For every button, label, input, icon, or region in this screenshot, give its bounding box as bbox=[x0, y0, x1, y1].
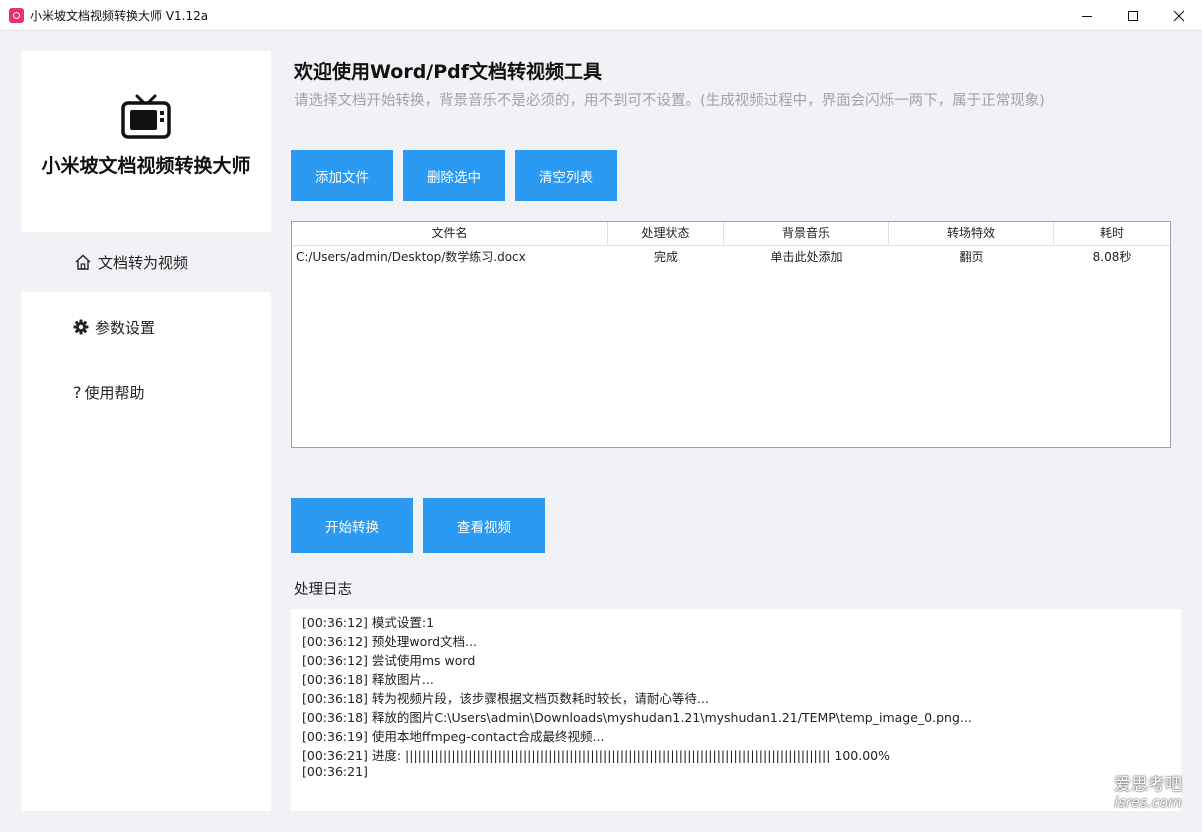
column-header-status[interactable]: 处理状态 bbox=[608, 222, 724, 245]
page-title: 欢迎使用Word/Pdf文档转视频工具 bbox=[294, 61, 603, 83]
sidebar-item-help[interactable]: ? 使用帮助 bbox=[21, 362, 271, 422]
file-table[interactable]: 文件名 处理状态 背景音乐 转场特效 耗时 C:/Users/admin/Des… bbox=[291, 221, 1171, 448]
sidebar-item-label: 参数设置 bbox=[95, 318, 156, 337]
maximize-button[interactable] bbox=[1110, 0, 1156, 31]
cell-transition[interactable]: 翻页 bbox=[889, 248, 1054, 266]
log-line: [00:36:12] 尝试使用ms word bbox=[302, 653, 476, 668]
log-line: [00:36:21] bbox=[302, 764, 368, 779]
question-icon: ? bbox=[73, 382, 82, 402]
close-button[interactable] bbox=[1156, 0, 1202, 31]
sidebar-item-doc-to-video[interactable]: 文档转为视频 bbox=[21, 232, 271, 292]
page-subtitle: 请选择文档开始转换，背景音乐不是必须的，用不到可不设置。(生成视频过程中，界面会… bbox=[294, 93, 1045, 109]
app-name: 小米坡文档视频转换大师 bbox=[41, 155, 251, 177]
sidebar-logo: 小米坡文档视频转换大师 bbox=[21, 51, 271, 231]
view-video-button[interactable]: 查看视频 bbox=[423, 498, 545, 553]
log-line: [00:36:19] 使用本地ffmpeg-contact合成最终视频... bbox=[302, 729, 605, 744]
window-title: 小米坡文档视频转换大师 V1.12a bbox=[30, 9, 209, 23]
app-icon bbox=[9, 8, 24, 23]
column-header-music[interactable]: 背景音乐 bbox=[724, 222, 889, 245]
log-label: 处理日志 bbox=[294, 582, 352, 598]
log-line: [00:36:18] 释放图片... bbox=[302, 672, 434, 687]
minimize-icon bbox=[1082, 15, 1092, 17]
clear-list-button[interactable]: 清空列表 bbox=[515, 150, 617, 201]
column-header-duration[interactable]: 耗时 bbox=[1054, 222, 1170, 245]
log-line: [00:36:12] 预处理word文档... bbox=[302, 634, 478, 649]
column-header-transition[interactable]: 转场特效 bbox=[889, 222, 1054, 245]
sidebar-item-label: 使用帮助 bbox=[84, 383, 145, 402]
tv-icon bbox=[121, 94, 171, 139]
log-line: [00:36:21] 进度: |||||||||||||||||||||||||… bbox=[302, 748, 890, 763]
watermark: 爱思考吧 isres.com bbox=[1106, 775, 1190, 811]
table-header: 文件名 处理状态 背景音乐 转场特效 耗时 bbox=[292, 222, 1170, 246]
delete-selected-button[interactable]: 删除选中 bbox=[403, 150, 505, 201]
minimize-button[interactable] bbox=[1064, 0, 1110, 31]
cell-status: 完成 bbox=[653, 250, 678, 264]
log-panel[interactable]: [00:36:12] 模式设置:1 [00:36:12] 预处理word文档..… bbox=[291, 609, 1181, 811]
watermark-line-1: 爱思考吧 bbox=[1114, 775, 1182, 795]
cell-music[interactable]: 单击此处添加 bbox=[724, 248, 889, 266]
sidebar-item-settings[interactable]: 参数设置 bbox=[21, 297, 271, 357]
gear-icon bbox=[73, 319, 89, 335]
watermark-line-2: isres.com bbox=[1114, 795, 1182, 811]
add-file-button[interactable]: 添加文件 bbox=[291, 150, 393, 201]
cell-filename: C:/Users/admin/Desktop/数学练习.docx bbox=[296, 250, 526, 264]
log-line: [00:36:12] 模式设置:1 bbox=[302, 615, 435, 630]
cell-duration: 8.08秒 bbox=[1092, 250, 1132, 264]
log-line: [00:36:18] 释放的图片C:\Users\admin\Downloads… bbox=[302, 710, 972, 725]
home-icon bbox=[74, 253, 92, 271]
title-bar: 小米坡文档视频转换大师 V1.12a bbox=[0, 0, 1202, 31]
column-header-filename[interactable]: 文件名 bbox=[292, 222, 608, 245]
close-icon bbox=[1173, 10, 1185, 21]
log-line: [00:36:18] 转为视频片段，该步骤根据文档页数耗时较长，请耐心等待... bbox=[302, 691, 709, 706]
start-convert-button[interactable]: 开始转换 bbox=[291, 498, 413, 553]
sidebar-item-label: 文档转为视频 bbox=[98, 253, 189, 272]
maximize-icon bbox=[1128, 10, 1138, 21]
